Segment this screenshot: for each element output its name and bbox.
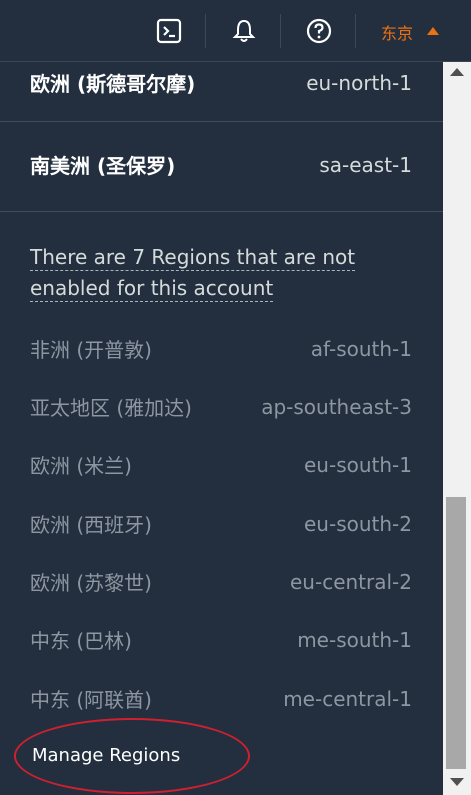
region-code: me-south-1: [297, 627, 412, 652]
region-code: ap-southeast-3: [261, 394, 412, 419]
topbar-divider: [205, 14, 206, 48]
region-item-sa-east-1[interactable]: 南美洲 (圣保罗) sa-east-1: [30, 150, 412, 179]
region-dropdown-menu: 欧洲 (斯德哥尔摩) eu-north-1 南美洲 (圣保罗) sa-east-…: [0, 62, 443, 795]
topbar-divider: [355, 14, 356, 48]
region-code: eu-central-2: [290, 569, 412, 594]
notice-line-1: There are 7 Regions that are not: [30, 245, 356, 271]
region-item-me-south-1: 中东 (巴林) me-south-1: [30, 625, 412, 654]
topbar-divider: [280, 14, 281, 48]
region-name: 欧洲 (斯德哥尔摩): [30, 72, 196, 96]
cloudshell-icon[interactable]: [155, 17, 183, 45]
region-selector[interactable]: 东京: [381, 20, 413, 44]
region-name: 亚太地区 (雅加达): [30, 396, 192, 420]
region-name: 中东 (阿联酋): [30, 688, 152, 712]
notice-line-2: enabled for this account: [30, 276, 274, 302]
region-item-eu-south-1: 欧洲 (米兰) eu-south-1: [30, 450, 412, 479]
region-item-af-south-1: 非洲 (开普敦) af-south-1: [30, 334, 412, 363]
scrollbar-thumb[interactable]: [446, 497, 466, 769]
region-item-me-central-1: 中东 (阿联酋) me-central-1: [30, 684, 412, 713]
region-item-eu-central-2: 欧洲 (苏黎世) eu-central-2: [30, 567, 412, 596]
top-nav-bar: 东京: [0, 0, 471, 62]
caret-up-icon: [427, 27, 439, 35]
divider: [0, 211, 443, 212]
region-name: 欧洲 (西班牙): [30, 513, 152, 537]
region-item-eu-south-2: 欧洲 (西班牙) eu-south-2: [30, 509, 412, 538]
region-name: 南美洲 (圣保罗): [30, 154, 176, 178]
region-name: 欧洲 (苏黎世): [30, 571, 152, 595]
region-code: sa-east-1: [319, 152, 412, 177]
help-icon[interactable]: [305, 17, 333, 45]
region-code: eu-south-1: [304, 452, 412, 477]
region-code: af-south-1: [310, 336, 412, 361]
not-enabled-notice[interactable]: There are 7 Regions that are not enabled…: [30, 242, 400, 304]
region-code: eu-north-1: [306, 70, 412, 95]
region-code: me-central-1: [283, 686, 412, 711]
scroll-down-arrow-icon[interactable]: [450, 778, 464, 786]
bell-icon[interactable]: [230, 17, 258, 45]
region-name: 非洲 (开普敦): [30, 338, 152, 362]
region-code: eu-south-2: [304, 511, 412, 536]
region-item-ap-southeast-3: 亚太地区 (雅加达) ap-southeast-3: [30, 392, 412, 421]
scroll-up-arrow-icon[interactable]: [450, 68, 464, 76]
highlight-ellipse: [14, 718, 250, 794]
region-name: 欧洲 (米兰): [30, 454, 132, 478]
region-name: 中东 (巴林): [30, 629, 132, 653]
region-item-eu-north-1[interactable]: 欧洲 (斯德哥尔摩) eu-north-1: [30, 68, 412, 97]
divider: [0, 121, 443, 122]
